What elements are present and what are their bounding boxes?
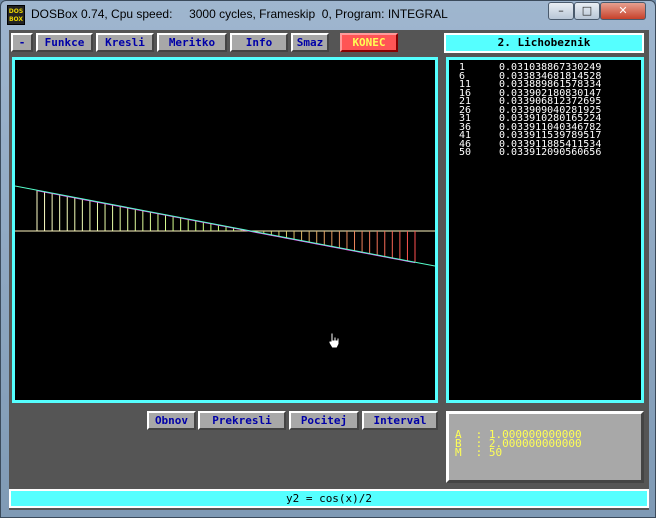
prekresli-button[interactable]: Prekresli bbox=[198, 411, 286, 430]
dos-screen: - Funkce Kresli Meritko Info Smaz KONEC … bbox=[9, 30, 649, 510]
menu-meritko-button[interactable]: Meritko bbox=[157, 33, 227, 52]
result-value: 0.033912090560656 bbox=[499, 147, 602, 158]
function-status-bar: y2 = cos(x)/2 bbox=[9, 489, 649, 508]
parameter-value: : 50 bbox=[469, 446, 503, 459]
interval-button[interactable]: Interval bbox=[362, 411, 438, 430]
window-title: DOSBox 0.74, Cpu speed: 3000 cycles, Fra… bbox=[31, 7, 448, 21]
maximize-button[interactable]: □ bbox=[574, 2, 600, 20]
close-button[interactable]: ✕ bbox=[600, 2, 646, 20]
parameter-key: M bbox=[455, 446, 462, 459]
title-bar[interactable]: DOS BOX DOSBox 0.74, Cpu speed: 3000 cyc… bbox=[1, 1, 655, 29]
pocitej-button[interactable]: Pocitej bbox=[289, 411, 359, 430]
result-row: 50 0.033912090560656 bbox=[459, 147, 635, 158]
function-curve bbox=[15, 185, 435, 267]
menu-dash-button[interactable]: - bbox=[11, 33, 33, 52]
parameters-list: A : 1.000000000000 B : 2.000000000000 M : … bbox=[455, 429, 582, 459]
hand-cursor-icon bbox=[328, 332, 340, 349]
menu-info-button[interactable]: Info bbox=[230, 33, 288, 52]
obnov-button[interactable]: Obnov bbox=[147, 411, 196, 430]
menu-konec-button[interactable]: KONEC bbox=[340, 33, 398, 52]
results-list: 1 0.031038867330249 6 0.033834681814528 11 0.… bbox=[459, 62, 635, 158]
results-panel: 1 0.031038867330249 6 0.033834681814528 11 0.… bbox=[446, 57, 644, 403]
menu-kresli-button[interactable]: Kresli bbox=[96, 33, 154, 52]
method-title: 2. Lichobeznik bbox=[444, 33, 644, 53]
plot-panel bbox=[12, 57, 438, 403]
minimize-button[interactable]: – bbox=[548, 2, 574, 20]
menu-smaz-button[interactable]: Smaz bbox=[291, 33, 329, 52]
menu-funkce-button[interactable]: Funkce bbox=[36, 33, 93, 52]
dosbox-window: DOS BOX DOSBox 0.74, Cpu speed: 3000 cyc… bbox=[0, 0, 656, 518]
result-iterations: 50 bbox=[459, 147, 472, 158]
dosbox-icon: DOS BOX bbox=[7, 5, 25, 25]
parameters-panel: A : 1.000000000000 B : 2.000000000000 M : … bbox=[446, 411, 644, 483]
plot-canvas bbox=[15, 185, 435, 267]
result-iterations: 1 bbox=[459, 62, 466, 73]
